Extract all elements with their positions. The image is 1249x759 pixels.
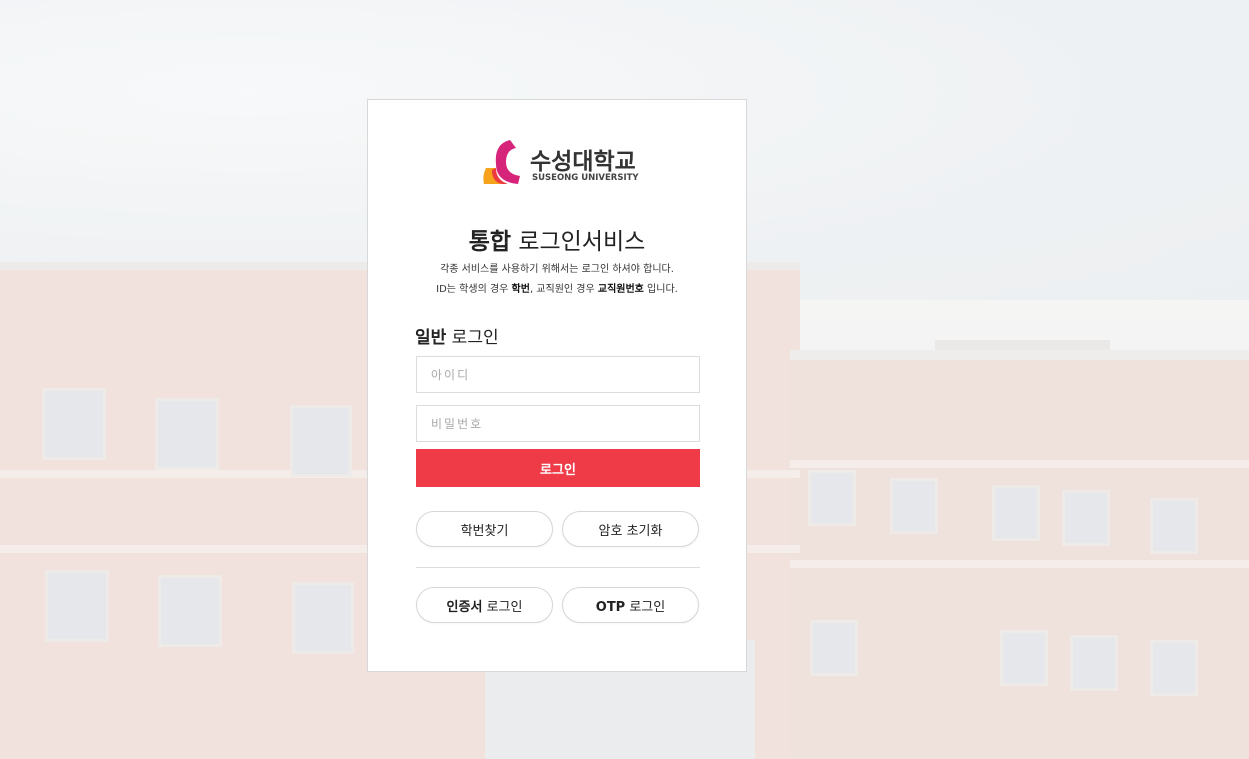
university-logo-icon	[483, 140, 520, 184]
desc-text: , 교직원인 경우	[529, 284, 598, 295]
page-title: 통합 로그인서비스	[368, 222, 746, 256]
otp-label-rest: 로그인	[625, 599, 666, 615]
page-title-rest: 로그인서비스	[511, 229, 646, 255]
divider	[416, 567, 700, 568]
cert-label-bold: 인증서	[446, 599, 483, 615]
cert-label-rest: 로그인	[482, 599, 523, 615]
desc-text: ID는 학생의 경우	[436, 284, 512, 295]
desc-text: 입니다.	[643, 284, 678, 295]
otp-label-bold: OTP	[595, 599, 626, 615]
otp-login-button[interactable]: OTP 로그인	[562, 587, 699, 623]
page-title-bold: 통합	[468, 229, 512, 255]
find-student-id-button[interactable]: 학번찾기	[416, 511, 553, 547]
description-line-1: 각종 서비스를 사용하기 위해서는 로그인 하셔야 합니다.	[440, 264, 674, 275]
desc-emphasis-staff-id: 교직원번호	[597, 284, 644, 295]
login-button[interactable]: 로그인	[416, 449, 700, 487]
university-name-en: SUSEONG UNIVERSITY	[532, 173, 639, 183]
general-login-title: 일반 로그인	[415, 323, 499, 348]
login-card: 수성대학교 SUSEONG UNIVERSITY 통합 로그인서비스 각종 서비…	[367, 99, 747, 672]
username-input[interactable]	[416, 356, 700, 393]
section-title-rest: 로그인	[446, 328, 499, 348]
section-title-bold: 일반	[415, 328, 447, 348]
desc-emphasis-student-id: 학번	[511, 284, 530, 295]
description-line-2: ID는 학생의 경우 학번, 교직원인 경우 교직원번호 입니다.	[368, 280, 746, 295]
reset-password-button[interactable]: 암호 초기화	[562, 511, 699, 547]
university-name-ko: 수성대학교	[530, 149, 636, 175]
university-logo: 수성대학교 SUSEONG UNIVERSITY	[472, 138, 642, 190]
password-input[interactable]	[416, 405, 700, 442]
certificate-login-button[interactable]: 인증서 로그인	[416, 587, 553, 623]
